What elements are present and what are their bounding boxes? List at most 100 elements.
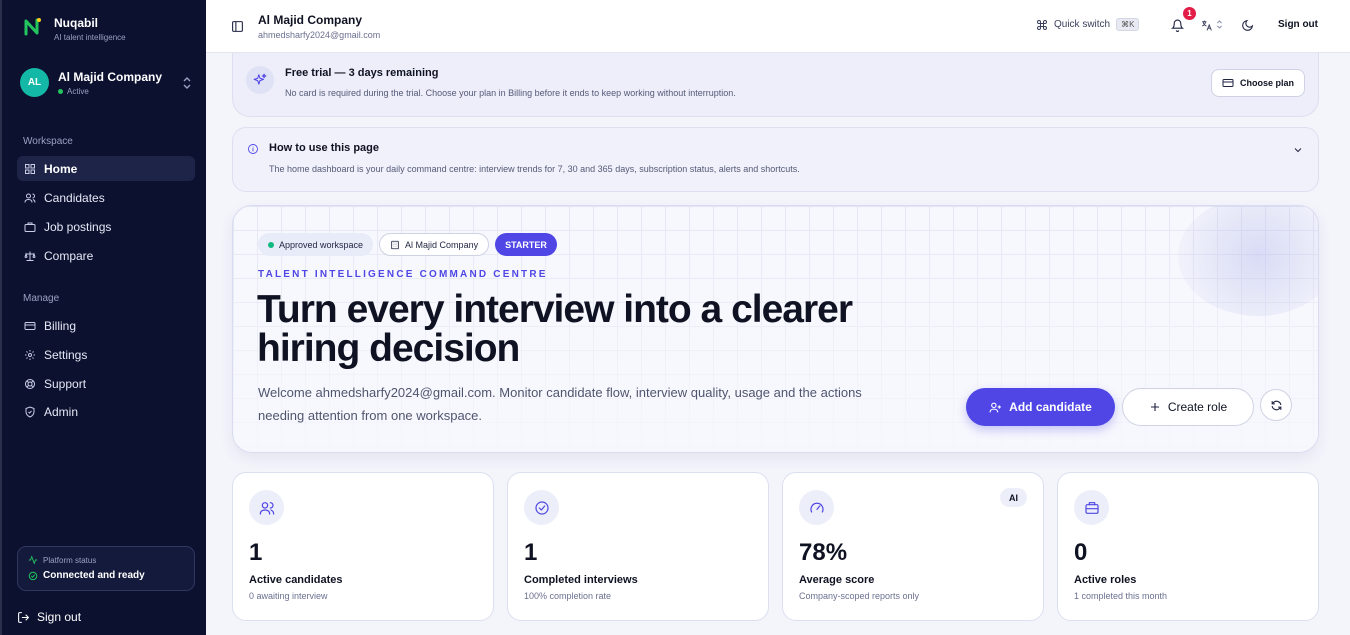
hero-headline: Turn every interview into a clearer hiri… — [257, 288, 853, 370]
plus-icon — [1150, 403, 1159, 411]
lifebuoy-icon — [25, 378, 35, 389]
platform-status-label: Platform status — [43, 555, 97, 565]
main-content: Al Majid Company ahmedsharfy2024@gmail.c… — [206, 0, 1350, 635]
brand-name: Nuqabil — [54, 16, 98, 30]
add-candidate-button[interactable]: Add candidate — [966, 388, 1115, 426]
trial-title: Free trial — 3 days remaining — [285, 67, 439, 79]
stat-value: 78% — [799, 539, 848, 566]
howto-title: How to use this page — [269, 142, 380, 154]
check-circle-icon — [524, 490, 559, 525]
chevrons-up-down-icon — [183, 77, 191, 89]
stat-value: 0 — [1074, 539, 1088, 566]
gear-icon — [25, 349, 35, 360]
sidebar-toggle-icon[interactable] — [231, 20, 244, 33]
briefcase-icon — [24, 222, 36, 232]
check-circle-icon — [28, 571, 38, 580]
stat-subtext: Company-scoped reports only — [799, 591, 920, 601]
sidebar-item-compare[interactable]: Compare — [17, 243, 195, 268]
moon-icon[interactable] — [1241, 19, 1254, 32]
shield-icon — [25, 405, 35, 418]
info-icon — [248, 144, 258, 154]
platform-status-card: Platform status Connected and ready — [17, 546, 195, 591]
stat-label: Average score — [799, 574, 875, 586]
platform-status-text: Connected and ready — [43, 570, 145, 581]
stat-label: Completed interviews — [524, 574, 638, 586]
briefcase-icon — [1074, 490, 1109, 525]
manage-section-label: Manage — [23, 293, 60, 304]
plan-badge: STARTER — [495, 233, 557, 256]
quick-switch-label: Quick switch — [1054, 19, 1111, 30]
sidebar-item-label: Job postings — [44, 219, 112, 234]
hero-eyebrow: TALENT INTELLIGENCE COMMAND CENTRE — [258, 269, 548, 280]
nuqabil-logo-icon — [24, 18, 41, 36]
sidebar-item-home[interactable]: Home — [17, 156, 195, 181]
sidebar: Nuqabil AI talent intelligence AL Al Maj… — [0, 0, 206, 635]
translate-icon — [1201, 20, 1212, 31]
how-to-use-panel[interactable]: How to use this page The home dashboard … — [232, 127, 1319, 192]
sidebar-item-label: Support — [44, 376, 87, 391]
avatar: AL — [20, 68, 49, 97]
company-pill-label: Al Majid Company — [405, 239, 479, 250]
log-out-icon — [18, 611, 30, 623]
quick-switch-shortcut: ⌘K — [1116, 18, 1140, 31]
sidebar-item-settings[interactable]: Settings — [17, 342, 195, 367]
chevrons-up-down-icon — [1217, 20, 1222, 29]
refresh-button[interactable] — [1260, 389, 1292, 421]
sidebar-item-label: Billing — [44, 318, 77, 333]
sidebar-item-label: Home — [44, 161, 78, 176]
sidebar-item-billing[interactable]: Billing — [17, 313, 195, 338]
approved-workspace-pill: Approved workspace — [258, 233, 374, 256]
add-candidate-label: Add candidate — [1009, 400, 1092, 414]
gauge-icon — [799, 490, 834, 525]
notification-count-badge: 1 — [1183, 7, 1196, 20]
users-icon — [24, 193, 36, 203]
status-dot-icon — [268, 241, 274, 248]
stat-value: 1 — [524, 539, 538, 566]
stat-subtext: 100% completion rate — [524, 591, 612, 601]
create-role-button[interactable]: Create role — [1122, 388, 1254, 426]
stat-label: Active roles — [1074, 574, 1137, 586]
choose-plan-label: Choose plan — [1239, 78, 1294, 88]
brand-tagline: AI talent intelligence — [54, 33, 126, 42]
home-icon — [25, 163, 35, 174]
stat-card-completed-interviews: 1 Completed interviews 100% completion r… — [507, 472, 769, 621]
approved-workspace-label: Approved workspace — [279, 239, 364, 250]
scale-icon — [24, 251, 36, 261]
trial-banner: Free trial — 3 days remaining No card is… — [232, 53, 1319, 117]
hero-panel: Approved workspace Al Majid Company STAR… — [232, 205, 1319, 453]
topbar-signout-button[interactable]: Sign out — [1278, 19, 1318, 30]
sparkles-icon — [246, 66, 274, 94]
topbar-user-email: ahmedsharfy2024@gmail.com — [258, 30, 381, 40]
language-switcher[interactable] — [1200, 19, 1223, 32]
building-icon — [391, 240, 399, 249]
credit-card-icon — [24, 321, 36, 330]
sidebar-item-candidates[interactable]: Candidates — [17, 185, 195, 210]
activity-icon — [28, 555, 38, 565]
stat-subtext: 0 awaiting interview — [249, 591, 328, 601]
sidebar-item-admin[interactable]: Admin — [17, 399, 195, 424]
stat-value: 1 — [249, 539, 263, 566]
workspace-switcher[interactable]: AL Al Majid Company Active — [20, 68, 192, 97]
stat-subtext: 1 completed this month — [1074, 591, 1168, 601]
bell-icon[interactable] — [1171, 19, 1184, 32]
sidebar-signout-button[interactable]: Sign out — [17, 610, 81, 624]
brand[interactable]: Nuqabil AI talent intelligence — [22, 16, 126, 42]
chevron-down-icon[interactable] — [1292, 144, 1304, 156]
workspace-name: Al Majid Company — [58, 69, 163, 84]
company-pill: Al Majid Company — [379, 233, 490, 256]
workspace-section-label: Workspace — [23, 136, 73, 147]
workspace-status-label: Active — [67, 86, 89, 96]
choose-plan-button[interactable]: Choose plan — [1210, 69, 1305, 97]
stat-card-average-score: AI 78% Average score Company-scoped repo… — [782, 472, 1044, 621]
sidebar-item-job-postings[interactable]: Job postings — [17, 214, 195, 239]
hero-pills: Approved workspace Al Majid Company STAR… — [258, 233, 557, 256]
signout-label: Sign out — [37, 610, 82, 624]
workspace-status: Active — [58, 87, 162, 96]
sidebar-item-support[interactable]: Support — [17, 371, 195, 396]
quick-switch-button[interactable]: Quick switch ⌘K — [1036, 18, 1140, 31]
sidebar-item-label: Candidates — [44, 190, 105, 205]
refresh-icon — [1271, 400, 1281, 410]
sidebar-item-label: Compare — [44, 248, 94, 263]
sidebar-item-label: Settings — [44, 347, 88, 362]
ai-badge: AI — [1000, 488, 1027, 507]
